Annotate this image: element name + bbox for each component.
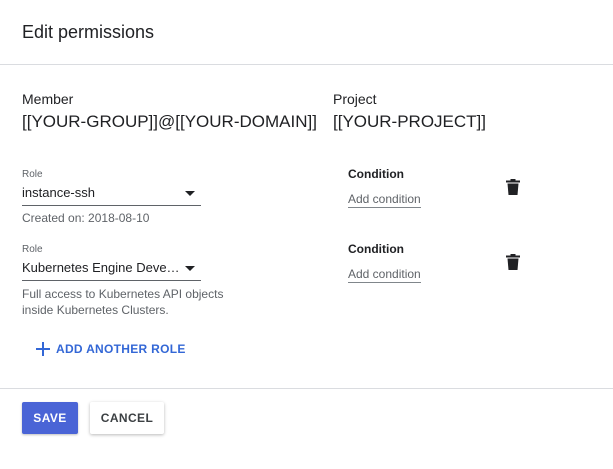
project-label: Project	[333, 91, 377, 107]
plus-icon	[36, 342, 50, 356]
dropdown-caret-icon	[185, 191, 195, 196]
header-divider	[0, 64, 613, 65]
role-2-helper-text: Full access to Kubernetes API objects in…	[22, 286, 223, 318]
footer-divider	[0, 388, 613, 389]
project-value: [[YOUR-PROJECT]]	[333, 112, 487, 131]
role-2-helper-line-2: inside Kubernetes Clusters.	[22, 303, 169, 317]
add-another-role-button[interactable]: ADD ANOTHER ROLE	[36, 339, 186, 359]
role-1-trash-icon[interactable]	[506, 179, 520, 195]
role-2-add-condition-link[interactable]: Add condition	[348, 267, 421, 283]
role-2-value: Kubernetes Engine Devel...	[22, 260, 180, 275]
save-button[interactable]: SAVE	[22, 402, 78, 434]
role-1-add-condition-link[interactable]: Add condition	[348, 192, 421, 208]
role-1-helper-line: Created on: 2018-08-10	[22, 211, 150, 225]
role-2-trash-icon[interactable]	[506, 254, 520, 270]
member-value: [[YOUR-GROUP]]@[[YOUR-DOMAIN]]	[22, 112, 317, 131]
role-1-condition-label: Condition	[348, 167, 404, 181]
role-2-select[interactable]: Kubernetes Engine Devel...	[22, 258, 201, 281]
add-another-role-label: ADD ANOTHER ROLE	[56, 342, 186, 356]
cancel-button[interactable]: CANCEL	[90, 402, 164, 434]
role-1-helper-text: Created on: 2018-08-10	[22, 210, 149, 226]
role-1-field-label: Role	[22, 169, 43, 180]
dialog-title: Edit permissions	[22, 22, 155, 42]
role-2-helper-line-1: Full access to Kubernetes API objects	[22, 287, 224, 301]
role-2-condition-label: Condition	[348, 242, 404, 256]
role-2-field-label: Role	[22, 244, 43, 255]
role-1-select[interactable]: instance-ssh	[22, 183, 201, 206]
dropdown-caret-icon	[185, 266, 195, 271]
edit-permissions-dialog: Edit permissions Member [[YOUR-GROUP]]@[…	[0, 0, 613, 469]
member-label: Member	[22, 91, 74, 107]
role-1-value: instance-ssh	[22, 185, 95, 200]
